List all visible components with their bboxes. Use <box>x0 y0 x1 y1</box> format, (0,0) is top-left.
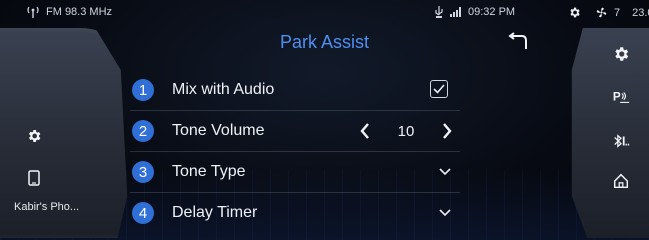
phone-icon[interactable] <box>28 170 40 186</box>
radio-frequency: FM 98.3 MHz <box>46 6 113 18</box>
setting-label: Delay Timer <box>172 204 258 221</box>
decrease-button[interactable] <box>358 122 372 140</box>
fan-icon <box>596 7 607 18</box>
back-icon[interactable] <box>505 32 529 52</box>
setting-label: Tone Type <box>172 163 246 180</box>
setting-row-delay-timer[interactable]: 4 Delay Timer <box>130 193 460 233</box>
park-assist-icon[interactable]: P <box>612 88 630 106</box>
setting-row-mix-with-audio[interactable]: 1 Mix with Audio <box>130 70 460 111</box>
tone-volume-stepper: 10 <box>358 111 454 151</box>
bluetooth-icon[interactable] <box>612 132 630 150</box>
setting-number-badge: 2 <box>132 120 154 142</box>
radio-antenna-icon <box>27 6 39 18</box>
tone-volume-value: 10 <box>397 122 415 140</box>
chevron-right-icon <box>443 123 452 139</box>
increase-button[interactable] <box>440 122 454 140</box>
setting-number-badge: 3 <box>132 161 154 183</box>
checkmark-icon <box>433 84 445 94</box>
setting-number-badge: 1 <box>132 79 154 101</box>
clock: 09:32 PM <box>468 6 516 18</box>
gear-icon[interactable] <box>26 128 42 144</box>
svg-text:P: P <box>613 91 621 104</box>
gear-icon <box>570 7 580 18</box>
home-icon[interactable] <box>612 172 630 190</box>
setting-row-tone-volume: 2 Tone Volume 10 <box>130 111 460 152</box>
settings-list: 1 Mix with Audio 2 Tone Volume 10 3 Tone… <box>130 70 460 233</box>
setting-label: Mix with Audio <box>172 81 275 98</box>
usb-icon <box>435 6 443 18</box>
setting-number-badge: 4 <box>132 202 154 224</box>
status-bar: FM 98.3 MHz 09:32 PM 7 23. <box>0 0 649 24</box>
chevron-down-icon[interactable] <box>438 166 452 178</box>
right-panel <box>571 28 649 238</box>
radio-status: FM 98.3 MHz <box>26 6 112 18</box>
phone-name[interactable]: Kabir's Pho... <box>14 201 79 213</box>
signal-icon <box>450 7 461 17</box>
fan-level: 7 <box>614 6 621 19</box>
phone-status: 09:32 PM <box>434 6 515 18</box>
page-title: Park Assist <box>279 32 370 52</box>
temperature: 23.0°C <box>632 6 649 19</box>
setting-row-tone-type[interactable]: 3 Tone Type <box>130 152 460 193</box>
screen: FM 98.3 MHz 09:32 PM 7 2 3. Kabir's Pho..… <box>0 0 649 240</box>
mix-with-audio-checkbox[interactable] <box>430 80 448 98</box>
setting-label: Tone Volume <box>172 122 265 139</box>
climate-status: 7 23.0°C <box>568 6 649 19</box>
chevron-left-icon <box>360 123 369 139</box>
chevron-down-icon[interactable] <box>438 207 452 219</box>
